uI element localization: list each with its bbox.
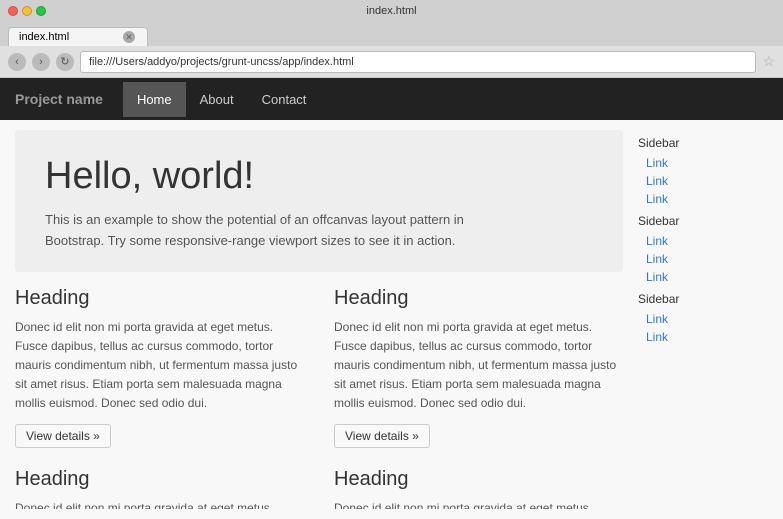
maximize-button[interactable] — [36, 6, 46, 16]
content-block-3-text: Donec id elit non mi porta gravida at eg… — [15, 499, 304, 509]
browser-tab[interactable]: index.html ✕ — [8, 27, 148, 46]
sidebar-link-1-2[interactable]: Link — [638, 172, 768, 190]
url-input[interactable]: file:///Users/addyo/projects/grunt-uncss… — [80, 51, 756, 73]
nav-item-home[interactable]: Home — [123, 82, 186, 117]
window-title: index.html — [366, 5, 416, 17]
address-bar: ‹ › ↻ file:///Users/addyo/projects/grunt… — [0, 46, 783, 78]
jumbotron-text: This is an example to show the potential… — [45, 210, 465, 252]
sidebar-section-2-title: Sidebar — [638, 214, 768, 228]
content-block-1: Heading Donec id elit non mi porta gravi… — [15, 287, 304, 448]
browser-window: index.html index.html ✕ ‹ › ↻ file:///Us… — [0, 0, 783, 519]
sidebar-section-3-title: Sidebar — [638, 292, 768, 306]
content-block-3: Heading Donec id elit non mi porta gravi… — [15, 468, 304, 509]
url-text: file:///Users/addyo/projects/grunt-uncss… — [89, 56, 354, 68]
content-block-1-heading: Heading — [15, 287, 304, 310]
tab-close-button[interactable]: ✕ — [123, 31, 135, 43]
site-body: Hello, world! This is an example to show… — [0, 120, 783, 519]
site-navbar: Project name Home About Contact — [0, 78, 783, 120]
nav-item-about[interactable]: About — [186, 82, 248, 117]
content-block-4-text: Donec id elit non mi porta gravida at eg… — [334, 499, 623, 509]
sidebar-section-1: Sidebar Link Link Link — [638, 136, 768, 208]
content-block-3-heading: Heading — [15, 468, 304, 491]
sidebar-link-1-3[interactable]: Link — [638, 190, 768, 208]
sidebar-link-2-3[interactable]: Link — [638, 268, 768, 286]
content-block-4-heading: Heading — [334, 468, 623, 491]
content-block-2: Heading Donec id elit non mi porta gravi… — [334, 287, 623, 448]
refresh-button[interactable]: ↻ — [56, 53, 74, 71]
sidebar-link-1-1[interactable]: Link — [638, 154, 768, 172]
view-details-1-button[interactable]: View details » — [15, 424, 111, 448]
back-button[interactable]: ‹ — [8, 53, 26, 71]
close-button[interactable] — [8, 6, 18, 16]
site-content: Project name Home About Contact Hello, w… — [0, 78, 783, 519]
title-bar: index.html — [0, 0, 783, 22]
main-content: Hello, world! This is an example to show… — [15, 130, 623, 509]
sidebar: Sidebar Link Link Link Sidebar Link Link… — [638, 130, 768, 509]
sidebar-link-2-2[interactable]: Link — [638, 250, 768, 268]
content-block-1-text: Donec id elit non mi porta gravida at eg… — [15, 318, 304, 414]
bookmark-icon[interactable]: ☆ — [762, 53, 775, 70]
tab-bar: index.html ✕ — [0, 22, 783, 46]
sidebar-link-3-1[interactable]: Link — [638, 310, 768, 328]
window-buttons — [8, 6, 46, 16]
sidebar-section-2: Sidebar Link Link Link — [638, 214, 768, 286]
jumbotron-heading: Hello, world! — [45, 155, 593, 198]
tab-label: index.html — [19, 31, 69, 43]
view-details-2-button[interactable]: View details » — [334, 424, 430, 448]
jumbotron: Hello, world! This is an example to show… — [15, 130, 623, 272]
navbar-brand[interactable]: Project name — [15, 91, 103, 107]
sidebar-link-2-1[interactable]: Link — [638, 232, 768, 250]
minimize-button[interactable] — [22, 6, 32, 16]
content-grid: Heading Donec id elit non mi porta gravi… — [15, 287, 623, 509]
content-block-2-text: Donec id elit non mi porta gravida at eg… — [334, 318, 623, 414]
sidebar-section-3: Sidebar Link Link — [638, 292, 768, 346]
content-block-4: Heading Donec id elit non mi porta gravi… — [334, 468, 623, 509]
sidebar-link-3-2[interactable]: Link — [638, 328, 768, 346]
nav-item-contact[interactable]: Contact — [248, 82, 321, 117]
forward-button[interactable]: › — [32, 53, 50, 71]
sidebar-section-1-title: Sidebar — [638, 136, 768, 150]
nav-items: Home About Contact — [123, 82, 320, 117]
content-block-2-heading: Heading — [334, 287, 623, 310]
